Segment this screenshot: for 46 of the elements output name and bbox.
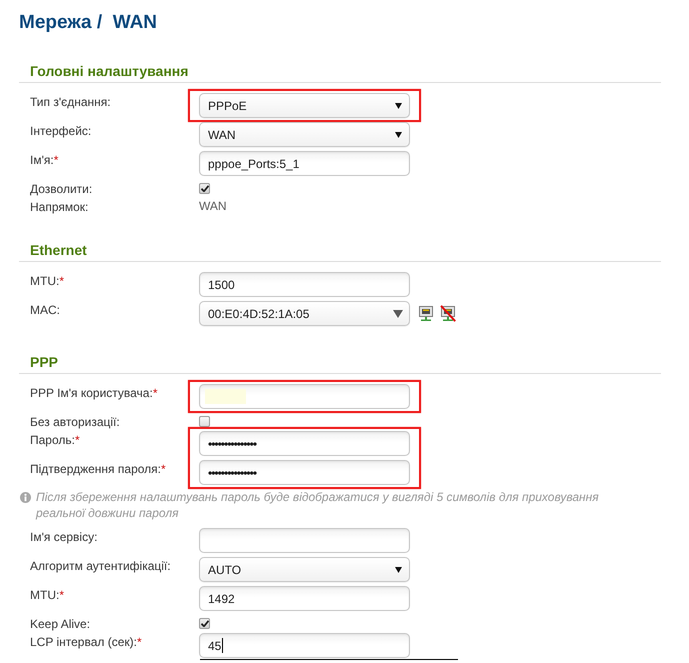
- dropdown-select[interactable]: WAN: [199, 122, 410, 147]
- mac-address-combobox[interactable]: 00:E0:4D:52:1A:05: [199, 301, 410, 326]
- field-label: Тип з'єднання:: [30, 94, 111, 110]
- field-label: Без авторизації:: [30, 414, 120, 430]
- caret-icon: [395, 102, 402, 108]
- dropdown-select[interactable]: AUTO: [199, 557, 410, 582]
- field-label: Підтвердження пароля:*: [30, 461, 166, 477]
- caret-icon: [395, 132, 402, 138]
- page-title: Мережа / WAN: [19, 11, 158, 35]
- field-label: Ім'я:*: [30, 152, 58, 168]
- text-input-field[interactable]: [199, 384, 410, 409]
- field-label: Пароль:*: [30, 432, 80, 448]
- field-label: LCP інтервал (сек):*: [30, 634, 142, 650]
- field-label: Алгоритм аутентифікації:: [30, 558, 171, 574]
- caret-icon: [393, 310, 403, 318]
- section-title: PPP: [30, 353, 58, 371]
- field-value: WAN: [199, 198, 227, 214]
- field-label: Інтерфейс:: [30, 123, 92, 139]
- caret-icon: [395, 566, 402, 572]
- field-label: Keep Alive:: [30, 616, 90, 632]
- field-label: MAC:: [30, 302, 60, 318]
- section-title: Головні налаштування: [30, 62, 188, 80]
- checkmark-icon: [200, 620, 208, 627]
- field-label: Дозволити:: [30, 181, 92, 197]
- checkbox[interactable]: [199, 618, 210, 629]
- monitor-icon[interactable]: [418, 305, 434, 322]
- field-label: Ім'я сервісу:: [30, 529, 98, 545]
- password-field[interactable]: •••••••••••••••: [199, 431, 410, 456]
- dropdown-select[interactable]: PPPoE: [199, 93, 410, 118]
- text-input-field[interactable]: [199, 528, 410, 553]
- field-label: PPP Ім'я користувача:*: [30, 385, 158, 401]
- field-label: Напрямок:: [30, 199, 88, 215]
- info-icon: [20, 492, 31, 503]
- text-input-field[interactable]: 1492: [199, 586, 410, 611]
- field-label: MTU:*: [30, 273, 64, 289]
- text-input-field[interactable]: 45: [199, 633, 410, 658]
- checkmark-icon: [200, 185, 208, 192]
- text-input-field[interactable]: 1500: [199, 272, 410, 297]
- password-note: Після збереження налаштувань пароль буде відображатися у вигляді 5 символів для приховування реальної довжини пароля: [36, 489, 600, 521]
- checkbox[interactable]: [199, 183, 210, 194]
- password-field[interactable]: •••••••••••••••: [199, 460, 410, 485]
- field-label: MTU:*: [30, 587, 64, 603]
- checkbox[interactable]: [199, 416, 210, 427]
- text-input-field[interactable]: pppoe_Ports:5_1: [199, 151, 410, 176]
- monitor-crossed-icon[interactable]: [440, 305, 456, 322]
- section-title: Ethernet: [30, 241, 87, 259]
